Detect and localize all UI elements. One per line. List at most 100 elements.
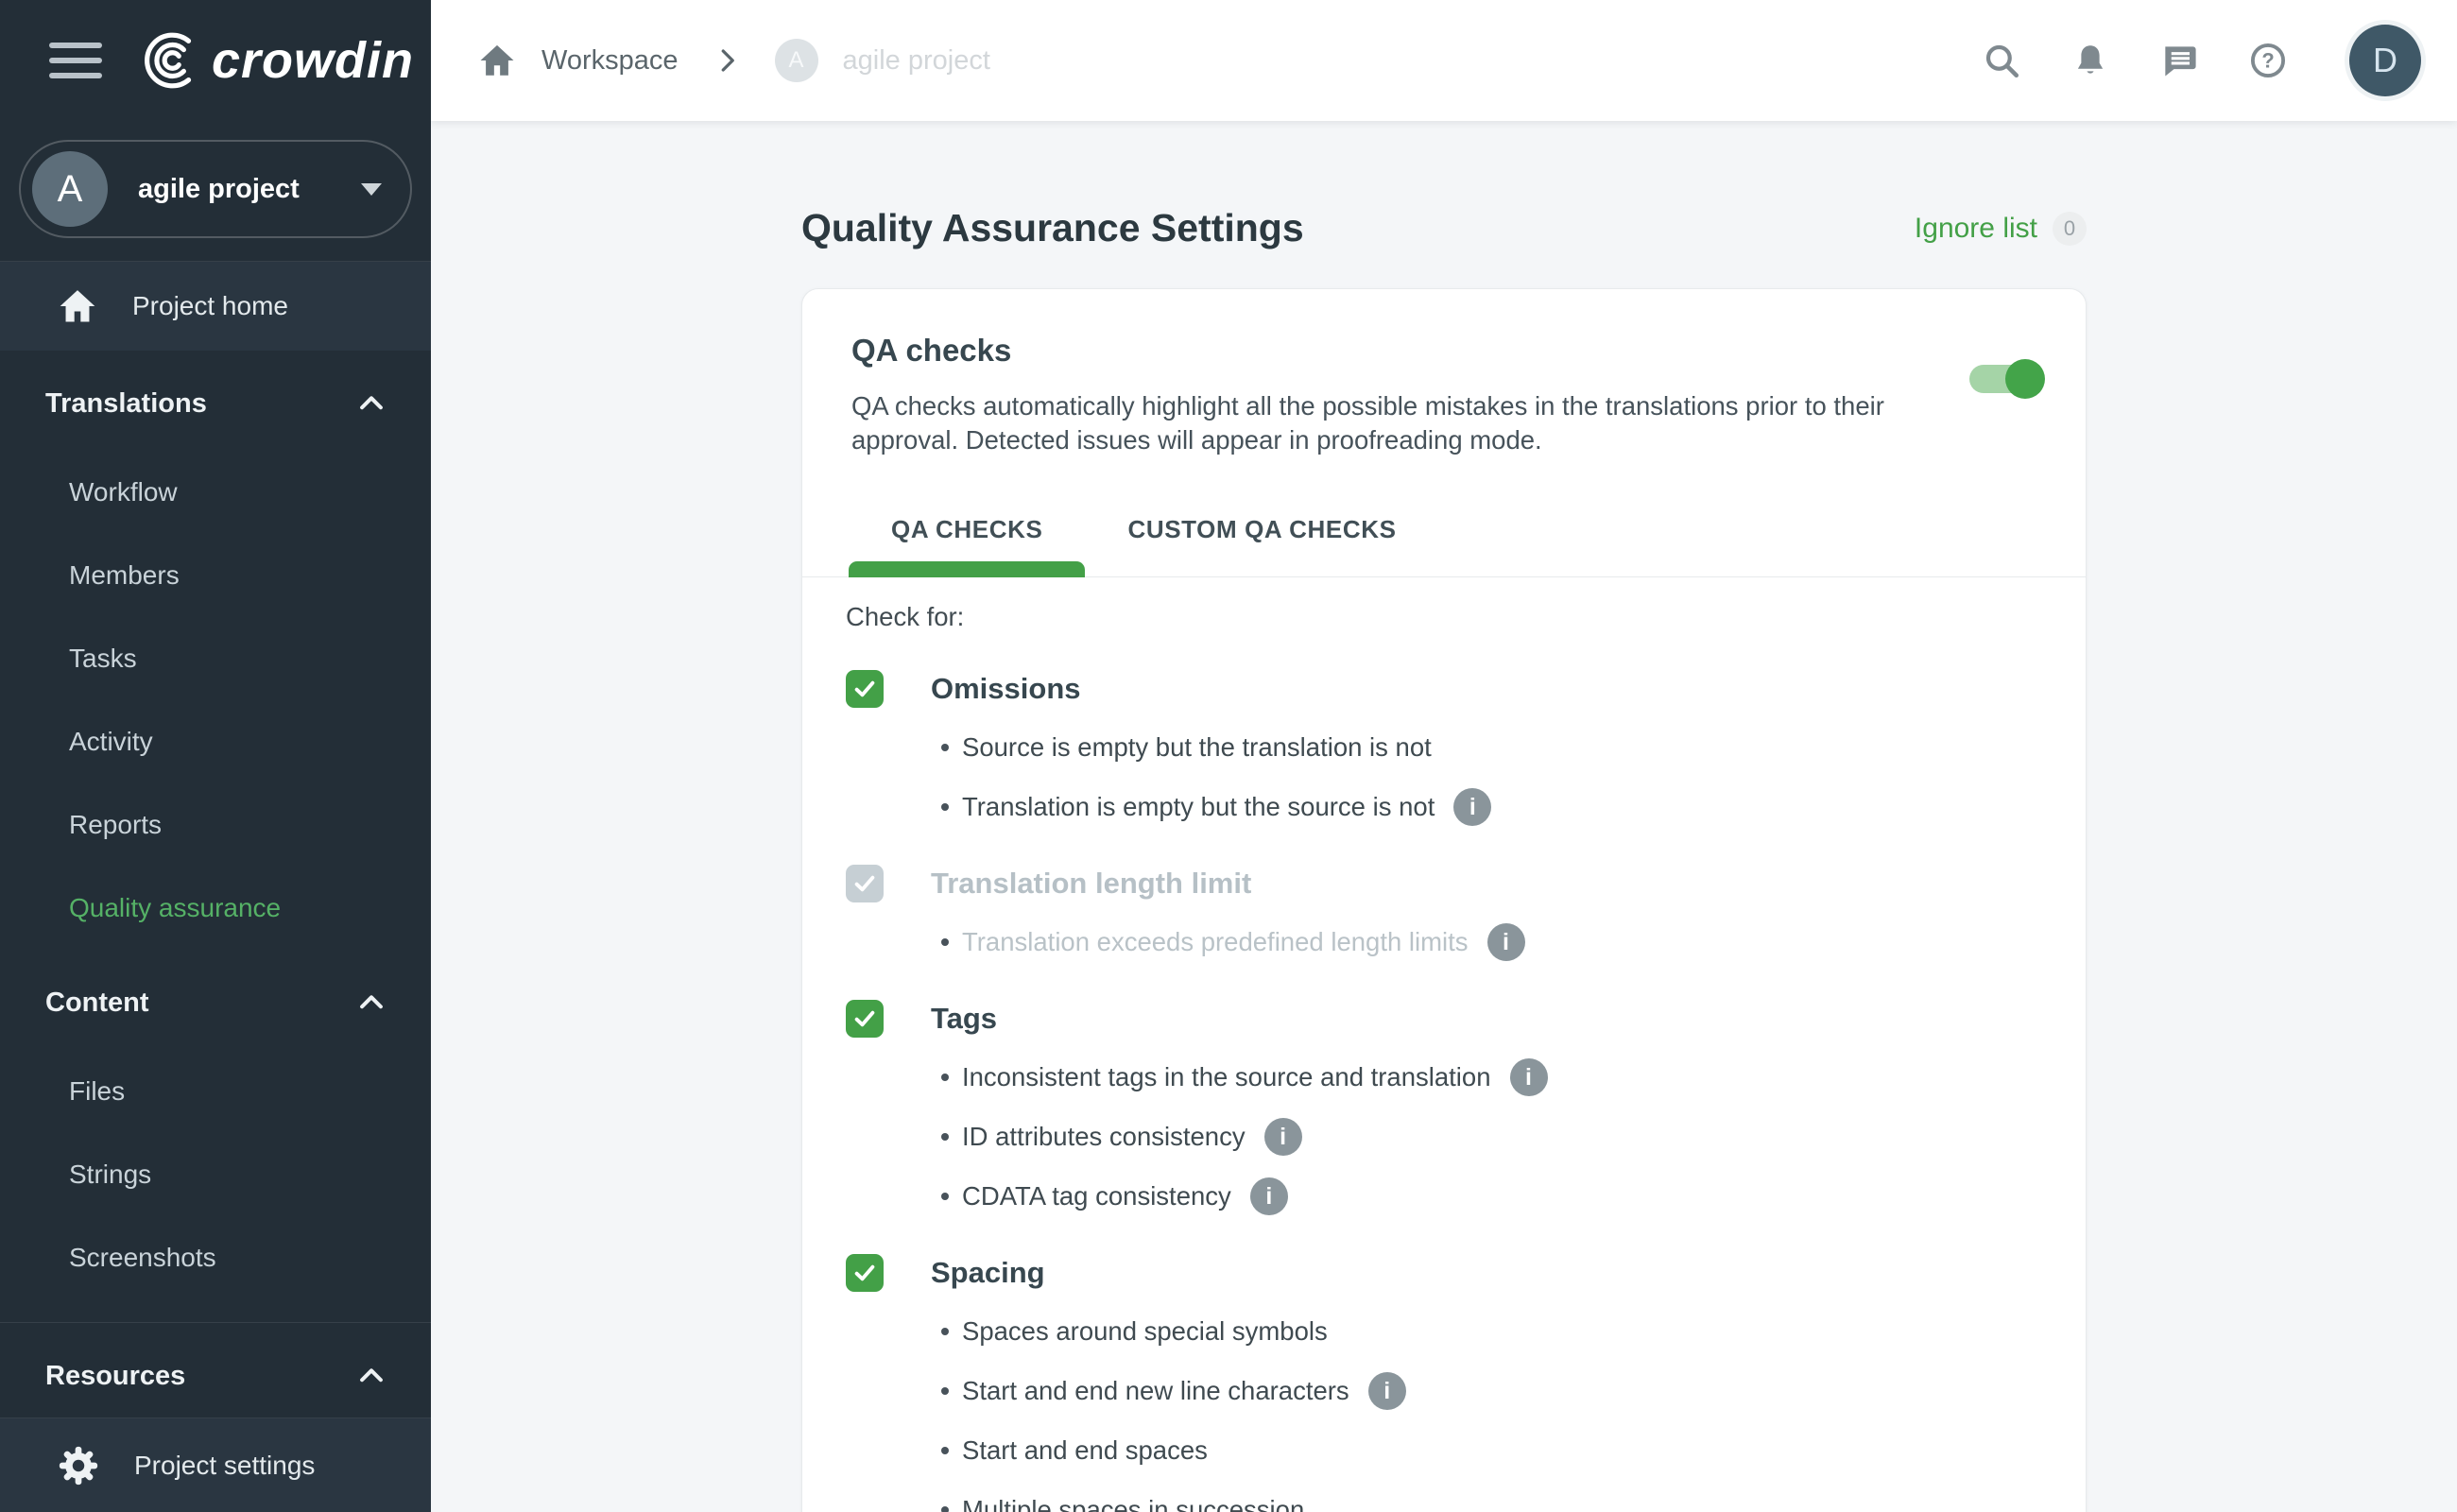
ignore-list-label: Ignore list: [1915, 213, 2037, 245]
sidebar-item-activity[interactable]: Activity: [0, 700, 431, 783]
check-icon: [851, 1005, 878, 1032]
search-icon[interactable]: [1981, 40, 2022, 81]
checkbox-translation-length-limit[interactable]: [846, 865, 884, 902]
qa-check-item-text: ID attributes consistency: [962, 1122, 1246, 1152]
qa-section-title: Spacing: [931, 1256, 1045, 1290]
toggle-knob: [2005, 359, 2045, 399]
page-title: Quality Assurance Settings: [801, 206, 1304, 250]
user-avatar[interactable]: D: [2349, 25, 2421, 96]
qa-check-item: Multiple spaces in succession: [846, 1490, 2036, 1512]
info-icon[interactable]: i: [1250, 1177, 1288, 1215]
chevron-up-icon: [355, 387, 387, 420]
sidebar-item-screenshots[interactable]: Screenshots: [0, 1216, 431, 1299]
notifications-bell-icon[interactable]: [2070, 40, 2111, 81]
info-icon[interactable]: i: [1487, 923, 1525, 961]
checkbox-spacing[interactable]: [846, 1254, 884, 1292]
sidebar-item-tasks[interactable]: Tasks: [0, 617, 431, 700]
bullet-dot: [941, 744, 949, 751]
qa-check-item-text: Source is empty but the translation is n…: [962, 732, 1432, 763]
home-icon[interactable]: [477, 41, 517, 80]
chevron-up-icon: [355, 987, 387, 1019]
qa-section-items: Source is empty but the translation is n…: [846, 728, 2036, 827]
qa-section-header: Spacing: [846, 1254, 2036, 1292]
qa-section-tags: TagsInconsistent tags in the source and …: [846, 1000, 2036, 1216]
sidebar: crowdin A agile project Project home Tra…: [0, 0, 431, 1512]
sidebar-item-members[interactable]: Members: [0, 534, 431, 617]
breadcrumb-workspace[interactable]: Workspace: [541, 45, 679, 77]
qa-check-item-text: CDATA tag consistency: [962, 1181, 1231, 1211]
qa-section-translation-length-limit: Translation length limitTranslation exce…: [846, 865, 2036, 962]
sidebar-item-label: Project settings: [134, 1451, 315, 1481]
qa-card-description: QA checks automatically highlight all th…: [851, 389, 1985, 457]
sidebar-item-reports[interactable]: Reports: [0, 783, 431, 867]
title-row: Quality Assurance Settings Ignore list 0: [801, 206, 2087, 250]
tab-qa-checks[interactable]: QA CHECKS: [849, 482, 1085, 576]
sidebar-group-items: WorkflowMembersTasksActivityReportsQuali…: [0, 447, 431, 950]
qa-section-omissions: Omissions Source is empty but the transla…: [846, 670, 2036, 827]
ignore-list-count-badge: 0: [2053, 212, 2087, 246]
check-icon: [851, 1260, 878, 1286]
qa-check-item: Translation is empty but the source is n…: [846, 787, 2036, 827]
sidebar-item-project-home[interactable]: Project home: [0, 262, 431, 351]
app-root: crowdin A agile project Project home Tra…: [0, 0, 2457, 1512]
messages-chat-icon[interactable]: [2158, 40, 2200, 81]
gear-icon: [57, 1444, 100, 1487]
qa-card-body: Check for: Omissions Source is empty but …: [802, 577, 2086, 1512]
chevron-down-icon: [361, 183, 382, 196]
crowdin-logo[interactable]: crowdin: [140, 29, 414, 92]
info-icon[interactable]: i: [1453, 788, 1491, 826]
qa-section-items: Spaces around special symbols Start and e…: [846, 1312, 2036, 1512]
qa-section-spacing: Spacing Spaces around special symbols Star…: [846, 1254, 2036, 1512]
project-selector[interactable]: A agile project: [19, 140, 412, 238]
qa-checks-toggle[interactable]: [1969, 365, 2043, 393]
qa-check-item-text: Spaces around special symbols: [962, 1316, 1328, 1347]
qa-check-item: Source is empty but the translation is n…: [846, 728, 2036, 767]
chevron-right-icon: [713, 46, 741, 75]
info-icon[interactable]: i: [1368, 1372, 1406, 1410]
bullet-dot: [941, 1328, 949, 1335]
crowdin-logo-mark: [140, 29, 202, 92]
qa-check-item-text: Multiple spaces in succession: [962, 1495, 1304, 1512]
sidebar-groups: TranslationsWorkflowMembersTasksActivity…: [0, 360, 431, 1419]
sidebar-item-label: Project home: [132, 291, 288, 321]
checkbox-tags[interactable]: [846, 1000, 884, 1038]
sidebar-footer: Project settings: [0, 1418, 431, 1512]
sidebar-group-translations[interactable]: Translations: [0, 360, 431, 447]
qa-check-item-text: Inconsistent tags in the source and tran…: [962, 1062, 1491, 1092]
qa-check-item: CDATA tag consistency i: [846, 1177, 2036, 1216]
sidebar-item-strings[interactable]: Strings: [0, 1133, 431, 1216]
sidebar-group-content[interactable]: Content: [0, 959, 431, 1046]
bullet-dot: [941, 938, 949, 946]
breadcrumb: Workspace A agile project: [477, 39, 990, 82]
project-name: agile project: [138, 174, 331, 205]
breadcrumb-project[interactable]: agile project: [843, 45, 990, 77]
sidebar-group-resources[interactable]: Resources: [0, 1332, 431, 1419]
crowdin-logo-text: crowdin: [212, 31, 414, 90]
qa-card-header: QA checks QA checks automatically highli…: [802, 289, 2086, 457]
bullet-dot: [941, 1133, 949, 1141]
info-icon[interactable]: i: [1264, 1118, 1302, 1156]
sidebar-item-quality-assurance[interactable]: Quality assurance: [0, 867, 431, 950]
qa-section-title: Translation length limit: [931, 867, 1251, 901]
qa-settings-card: QA checks QA checks automatically highli…: [801, 288, 2087, 1512]
ignore-list-link[interactable]: Ignore list 0: [1915, 212, 2087, 246]
sidebar-item-project-settings[interactable]: Project settings: [0, 1418, 431, 1512]
bullet-dot: [941, 1506, 949, 1512]
help-icon[interactable]: ?: [2247, 40, 2289, 81]
qa-section-header: Omissions: [846, 670, 2036, 708]
tab-custom-qa-checks[interactable]: CUSTOM QA CHECKS: [1085, 482, 1438, 576]
info-icon[interactable]: i: [1510, 1058, 1548, 1096]
svg-text:?: ?: [2261, 49, 2274, 73]
sidebar-group-label: Content: [45, 988, 149, 1019]
qa-card-title: QA checks: [851, 333, 2044, 369]
check-for-label: Check for:: [846, 602, 2036, 632]
qa-check-item: Start and end spaces: [846, 1431, 2036, 1470]
hamburger-menu-icon[interactable]: [49, 43, 102, 78]
checkbox-omissions[interactable]: [846, 670, 884, 708]
breadcrumb-project-avatar: A: [775, 39, 818, 82]
qa-section-items: Inconsistent tags in the source and tran…: [846, 1057, 2036, 1216]
main-content: Quality Assurance Settings Ignore list 0…: [431, 121, 2457, 1512]
sidebar-item-workflow[interactable]: Workflow: [0, 451, 431, 534]
sidebar-divider: [0, 1322, 431, 1323]
sidebar-item-files[interactable]: Files: [0, 1050, 431, 1133]
